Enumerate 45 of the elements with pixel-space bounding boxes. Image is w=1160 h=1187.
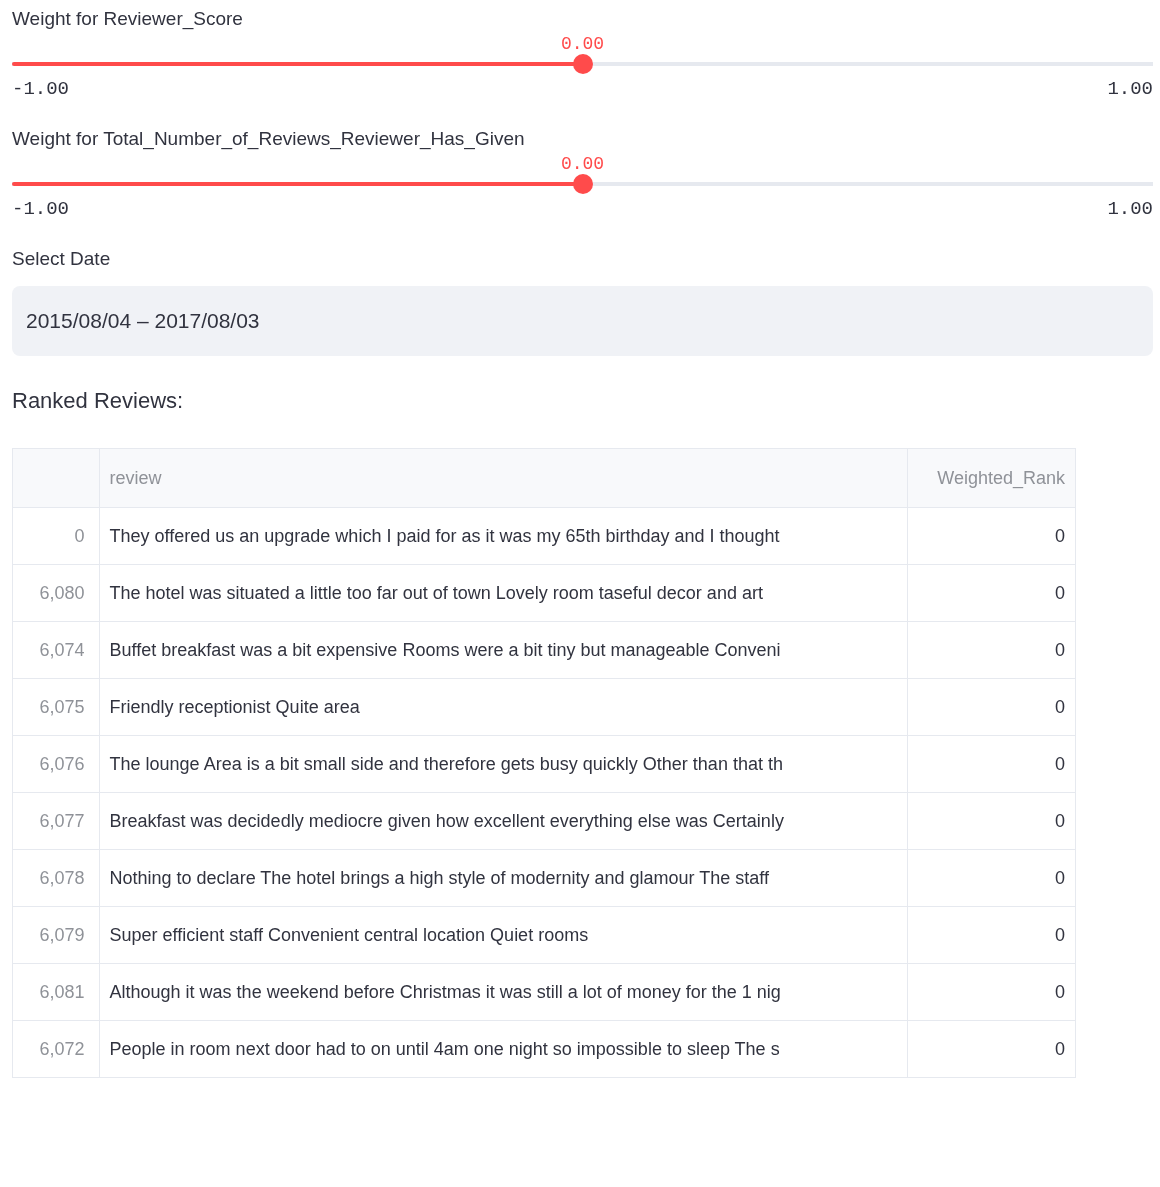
slider-max: 1.00 <box>1107 198 1153 220</box>
slider-value: 0.00 <box>560 34 605 54</box>
row-index: 6,072 <box>12 1020 100 1078</box>
row-index: 6,078 <box>12 849 100 907</box>
table-cell: 0 <box>907 792 1076 850</box>
table-cell: Nothing to declare The hotel brings a high style of modernity and glamour The staff <box>99 849 907 907</box>
date-label: Select Date <box>12 248 112 270</box>
slider-max: 1.00 <box>1107 78 1153 100</box>
table-cell: 0 <box>907 849 1076 907</box>
row-index: 6,079 <box>12 906 100 964</box>
slider-thumb[interactable] <box>572 54 593 74</box>
table-cell: 0 <box>907 564 1076 622</box>
section-heading: Ranked Reviews: <box>12 388 185 414</box>
slider-label: Weight for Reviewer_Score <box>12 8 244 30</box>
date-range-field[interactable]: 2015/08/04 – 2017/08/03 <box>12 286 1153 356</box>
slider-min: -1.00 <box>12 198 69 220</box>
table-cell: 0 <box>907 906 1076 964</box>
row-index: 6,080 <box>12 564 100 622</box>
slider-thumb[interactable] <box>572 174 593 194</box>
table-cell: Breakfast was decidedly mediocre given how excellent everything else was Certainly <box>99 792 907 850</box>
table-cell: The lounge Area is a bit small side and therefore gets busy quickly Other than that th <box>99 735 907 793</box>
table-cell: 0 <box>907 1020 1076 1078</box>
column-header[interactable]: review <box>99 448 907 508</box>
table-cell: 0 <box>907 963 1076 1021</box>
table-cell: 0 <box>907 621 1076 679</box>
slider-min: -1.00 <box>12 78 69 100</box>
row-index: 6,081 <box>12 963 100 1021</box>
table-cell: 0 <box>907 507 1076 565</box>
table-cell: 0 <box>907 735 1076 793</box>
slider-label: Weight for Total_Number_of_Reviews_Reviewer_Has_Given <box>12 128 526 150</box>
table-cell: Although it was the weekend before Christmas it was still a lot of money for the 1 nig <box>99 963 907 1021</box>
table-cell: Buffet breakfast was a bit expensive Rooms were a bit tiny but manageable Conveni <box>99 621 907 679</box>
table-cell: The hotel was situated a little too far out of town Lovely room taseful decor and art <box>99 564 907 622</box>
row-index: 6,077 <box>12 792 100 850</box>
row-index: 6,074 <box>12 621 100 679</box>
row-index: 6,075 <box>12 678 100 736</box>
table-cell: Super efficient staff Convenient central location Quiet rooms <box>99 906 907 964</box>
table-cell: They offered us an upgrade which I paid for as it was my 65th birthday and I thought <box>99 507 907 565</box>
table-cell: 0 <box>907 678 1076 736</box>
row-index: 6,076 <box>12 735 100 793</box>
table-cell: People in room next door had to on until 4am one night so impossible to sleep The s <box>99 1020 907 1078</box>
row-index: 0 <box>12 507 100 565</box>
column-header[interactable]: Weighted_Rank <box>907 448 1076 508</box>
table-cell: Friendly receptionist Quite area <box>99 678 907 736</box>
slider-value: 0.00 <box>560 154 605 174</box>
